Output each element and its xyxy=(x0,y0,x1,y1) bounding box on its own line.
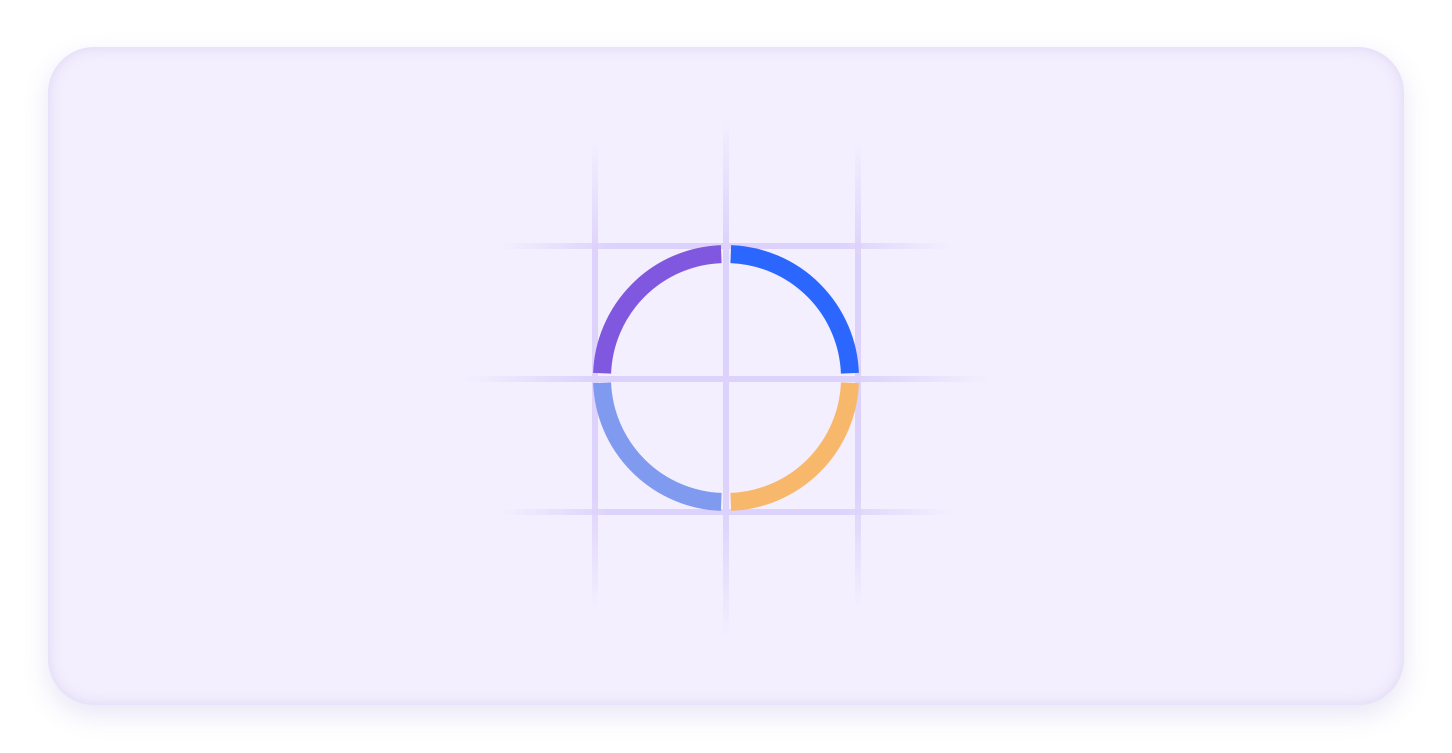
background-grid xyxy=(462,115,990,640)
grid-line-v-left xyxy=(592,140,598,610)
ring-segment-bottom-right xyxy=(730,382,859,511)
ring-segment-top-left xyxy=(593,245,722,374)
grid-line-v-right xyxy=(855,140,861,610)
grid-line-v-center xyxy=(723,115,729,640)
segmented-ring-icon xyxy=(462,115,990,640)
ring-segment-top-right xyxy=(730,245,859,374)
ring-segment-bottom-left xyxy=(593,382,722,511)
